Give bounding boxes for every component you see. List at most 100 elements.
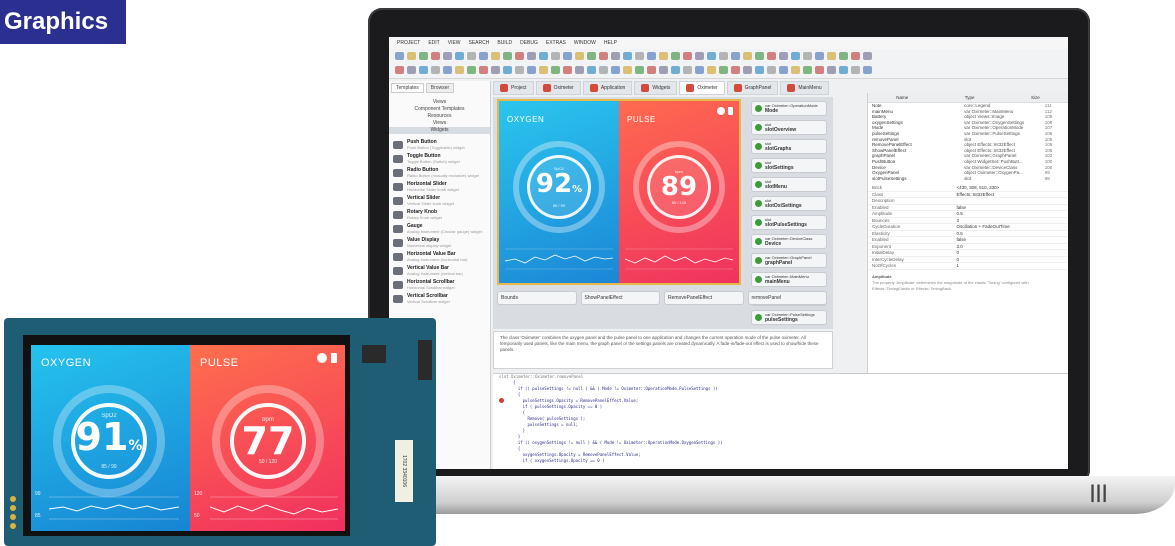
canvas-object[interactable]: var Oximeter::DeviceClass Device (751, 234, 827, 249)
toolbar-button[interactable] (791, 52, 800, 60)
attribute-value[interactable]: 0 (956, 250, 1064, 256)
canvas-object[interactable]: slot slotPulseSettings (751, 215, 827, 230)
toolbar-button[interactable] (443, 52, 452, 60)
toolbar-button[interactable] (647, 52, 656, 60)
widget-template-item[interactable]: Horizontal Slider Horizontal Slider knob … (389, 180, 490, 194)
toolbar-button[interactable] (455, 52, 464, 60)
toolbar-button[interactable] (479, 66, 488, 74)
attribute-value[interactable]: 3.0 (956, 244, 1064, 250)
canvas-bottom-object[interactable]: Bounds (497, 291, 577, 305)
toolbar-button[interactable] (635, 66, 644, 74)
editor-tab[interactable]: GraphPanel (726, 81, 779, 95)
toolbar-button[interactable] (455, 66, 464, 74)
canvas-object[interactable]: var Oximeter::GraphPanel graphPanel (751, 253, 827, 268)
toolbar-button[interactable] (515, 66, 524, 74)
toolbar-button[interactable] (563, 52, 572, 60)
toolbar-button[interactable] (587, 66, 596, 74)
toolbar-button[interactable] (731, 66, 740, 74)
toolbar-button[interactable] (743, 66, 752, 74)
widget-template-item[interactable]: Radio Button Radio Button (mutually exclu… (389, 166, 490, 180)
hw-pulse-panel[interactable]: PULSE bpm 77 50 / 120 120 50 (190, 345, 345, 531)
toolbar-button[interactable] (767, 52, 776, 60)
toolbar-button[interactable] (671, 66, 680, 74)
toolbar-button[interactable] (611, 52, 620, 60)
editor-tab[interactable]: Oximeter (535, 81, 581, 95)
toolbar-button[interactable] (419, 52, 428, 60)
canvas-object[interactable]: slot slotOxiSettings (751, 196, 827, 211)
canvas-object[interactable]: slot slotGraphs (751, 139, 827, 154)
widget-template-item[interactable]: Vertical Slider Vertical Slider knob widg… (389, 194, 490, 208)
toolbar-button[interactable] (539, 52, 548, 60)
menu-item[interactable]: WINDOW (574, 40, 596, 46)
toolbar-button[interactable] (671, 52, 680, 60)
attribute-value[interactable]: false (956, 205, 1064, 211)
toolbar-button[interactable] (407, 66, 416, 74)
toolbar-button[interactable] (479, 52, 488, 60)
toolbar-button[interactable] (515, 52, 524, 60)
toolbar-button[interactable] (695, 52, 704, 60)
canvas-object[interactable]: var Oximeter::PulseSettings pulseSettings (751, 310, 827, 325)
toolbar-button[interactable] (803, 66, 812, 74)
editor-tab[interactable]: Application (582, 81, 633, 95)
toolbar-button[interactable] (779, 66, 788, 74)
template-category[interactable]: Views (389, 99, 490, 106)
code-line[interactable]: if ( oxygenSettings.Opacity == 0 ) (513, 458, 1062, 464)
canvas-bottom-object[interactable]: removePanel (747, 291, 827, 305)
editor-tab[interactable]: Widgets (634, 81, 678, 95)
toolbar-button[interactable] (635, 52, 644, 60)
toolbar-button[interactable] (647, 66, 656, 74)
toolbar-button[interactable] (743, 52, 752, 60)
toolbar-button[interactable] (599, 52, 608, 60)
widget-template-item[interactable]: Push Button Push Button (Toggleable) widg… (389, 138, 490, 152)
toolbar-button[interactable] (851, 52, 860, 60)
attribute-value[interactable]: 0.5 (956, 211, 1064, 217)
add-icon[interactable] (317, 353, 327, 363)
widget-template-item[interactable]: Rotary Knob Rotary Knob widget (389, 208, 490, 222)
code-editor[interactable]: slot Oximeter::Oximeter.removePanel { if… (493, 373, 1068, 469)
editor-tab[interactable]: Project (493, 81, 534, 95)
toolbar-button[interactable] (503, 66, 512, 74)
toolbar-button[interactable] (827, 52, 836, 60)
toolbar-button[interactable] (863, 66, 872, 74)
toolbar-button[interactable] (467, 52, 476, 60)
toolbar-button[interactable] (443, 66, 452, 74)
toolbar-button[interactable] (623, 52, 632, 60)
attribute-value[interactable]: 0.5 (956, 231, 1064, 237)
widget-template-item[interactable]: Toggle Button Toggle Button (Switch) widg… (389, 152, 490, 166)
canvas-object[interactable]: var Oximeter::MainMenu mainMenu (751, 272, 827, 287)
attribute-value[interactable]: 3 (956, 218, 1064, 224)
menu-item[interactable]: BUILD (497, 40, 512, 46)
canvas-object[interactable]: var Oximeter::OperationMode Mode (751, 101, 827, 116)
toolbar-button[interactable] (791, 66, 800, 74)
toolbar-button[interactable] (575, 66, 584, 74)
inspector-column-header[interactable]: Size (1031, 95, 1040, 100)
toolbar-button[interactable] (767, 66, 776, 74)
toolbar-button[interactable] (491, 52, 500, 60)
menu-item[interactable]: HELP (604, 40, 617, 46)
toolbar-button[interactable] (659, 66, 668, 74)
toolbar-button[interactable] (623, 66, 632, 74)
attribute-value[interactable]: Effects::Int32Effect (956, 192, 1064, 198)
widget-template-item[interactable]: Vertical Value Bar Analog Instrument (ver… (389, 264, 490, 278)
toolbar-button[interactable] (731, 52, 740, 60)
toolbar-button[interactable] (575, 52, 584, 60)
editor-tab[interactable]: MainMenu (780, 81, 829, 95)
templates-tab[interactable]: Templates (391, 83, 424, 93)
toolbar-button[interactable] (719, 52, 728, 60)
attribute-value[interactable]: false (956, 237, 1064, 243)
toolbar-button[interactable] (683, 66, 692, 74)
toolbar-button[interactable] (815, 66, 824, 74)
toolbar-button[interactable] (563, 66, 572, 74)
templates-tab[interactable]: Browser (425, 83, 455, 93)
toolbar-button[interactable] (719, 66, 728, 74)
toolbar-button[interactable] (419, 66, 428, 74)
template-category[interactable]: Widgets (389, 127, 490, 134)
canvas-object[interactable]: slot slotOverview (751, 120, 827, 135)
add-icon[interactable] (717, 107, 725, 115)
code-lines[interactable]: { if (( pulseSettings != null ) && ( Mod… (513, 380, 1062, 464)
menu-item[interactable]: PROJECT (397, 40, 420, 46)
toolbar-button[interactable] (851, 66, 860, 74)
toolbar-button[interactable] (527, 66, 536, 74)
toolbar-button[interactable] (551, 52, 560, 60)
menu-item[interactable]: VIEW (448, 40, 461, 46)
